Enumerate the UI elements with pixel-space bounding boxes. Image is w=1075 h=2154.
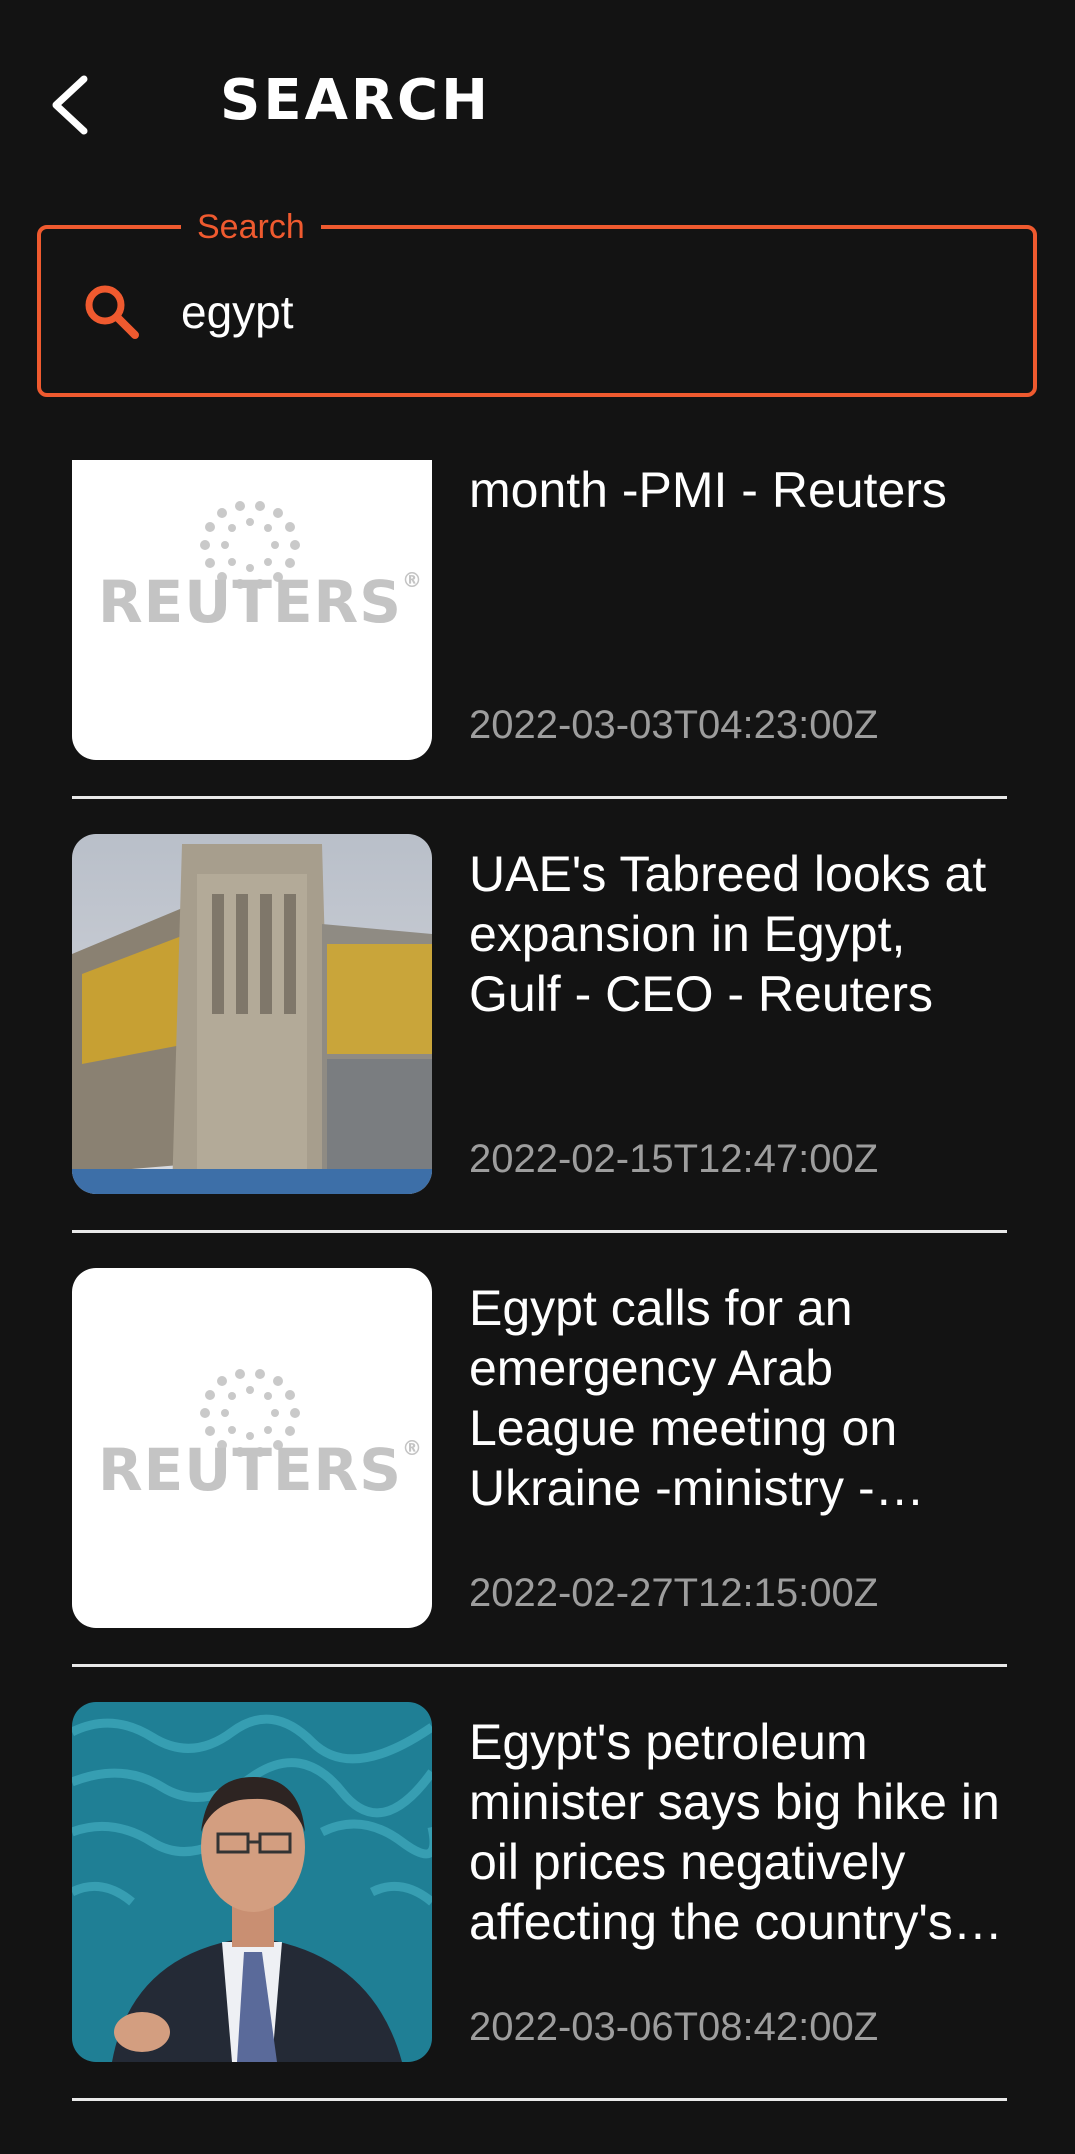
result-headline: Egypt's petroleum minister says big hike… [469, 1714, 1000, 1950]
search-icon [85, 285, 139, 339]
list-item[interactable]: REUTERS® activity shrinks for 15th month… [72, 460, 1007, 834]
search-results-list[interactable]: REUTERS® activity shrinks for 15th month… [0, 460, 1075, 2154]
app-header: SEARCH [0, 0, 1075, 200]
reuters-logo-thumbnail: REUTERS® [72, 460, 432, 760]
result-timestamp: 2022-03-06T08:42:00Z [469, 2005, 879, 2049]
page-title: SEARCH [220, 68, 492, 133]
result-timestamp: 2022-03-03T04:23:00Z [469, 703, 879, 747]
search-label: Search [181, 207, 321, 247]
search-input[interactable] [181, 277, 1001, 347]
search-field[interactable]: Search [37, 207, 1037, 397]
result-headline: UAE's Tabreed looks at expansion in Egyp… [469, 846, 987, 1022]
back-button[interactable] [40, 70, 100, 140]
list-item[interactable]: REUTERS® Egypt calls for an emergency Ar… [72, 1268, 1007, 1702]
arrow-left-icon [52, 75, 88, 135]
divider [72, 1664, 1007, 1667]
list-item[interactable]: UAE's Tabreed looks at expansion in Egyp… [72, 834, 1007, 1268]
building-photo-thumbnail [72, 834, 432, 1194]
result-timestamp: 2022-02-27T12:15:00Z [469, 1571, 879, 1615]
list-item[interactable]: Egypt's petroleum minister says big hike… [72, 1702, 1007, 2136]
person-photo-thumbnail [72, 1702, 432, 2062]
result-headline: Egypt calls for an emergency Arab League… [469, 1280, 898, 1516]
result-headline: activity shrinks for 15th month -PMI - R… [469, 462, 947, 518]
reuters-logo-text: REUTERS® [98, 1436, 423, 1504]
divider [72, 796, 1007, 799]
divider [72, 1230, 1007, 1233]
reuters-logo-text: REUTERS® [98, 568, 423, 636]
reuters-logo-thumbnail: REUTERS® [72, 1268, 432, 1628]
result-timestamp: 2022-02-15T12:47:00Z [469, 1137, 879, 1181]
divider [72, 2098, 1007, 2101]
